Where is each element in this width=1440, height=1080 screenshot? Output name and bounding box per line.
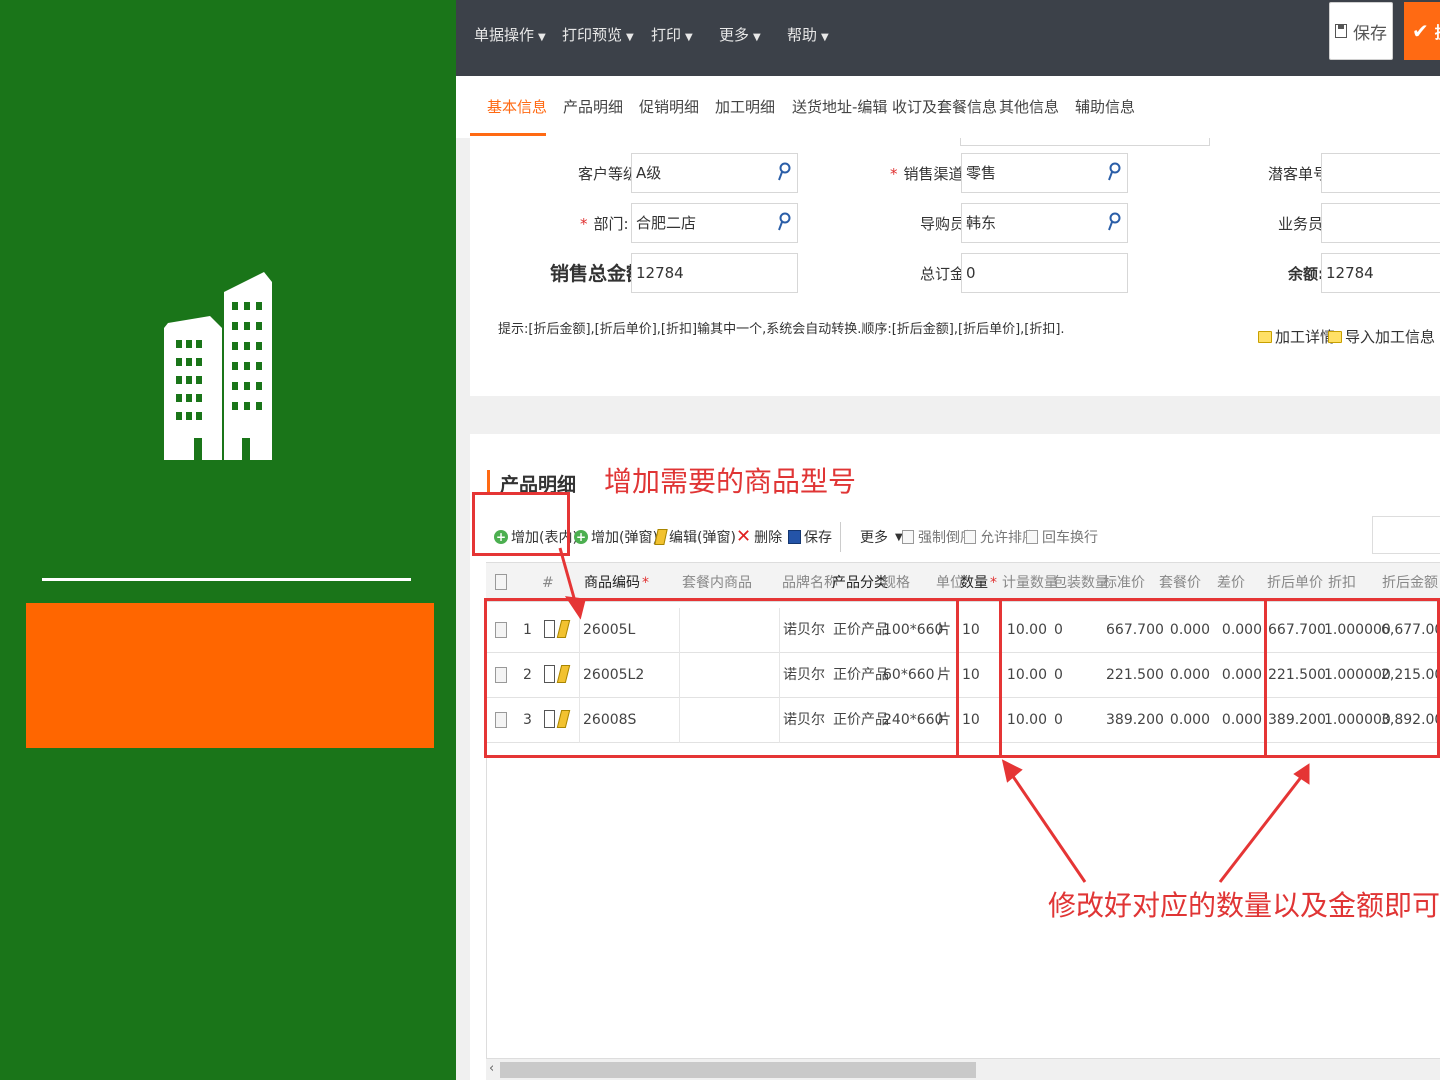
sales-channel-field[interactable]: 零售: [961, 153, 1128, 193]
checkbox-icon: [964, 530, 976, 544]
folder-icon: [1258, 330, 1272, 343]
caret-down-icon: ▼: [626, 32, 634, 43]
tab-process-detail[interactable]: 加工明细: [715, 96, 775, 118]
menu-print-preview[interactable]: 打印预览 ▼: [562, 24, 634, 46]
col-std-price[interactable]: 标准价: [1103, 573, 1145, 593]
department-label: * 部门:: [580, 215, 629, 233]
col-category[interactable]: 产品分类: [832, 573, 888, 593]
tab-basic-info[interactable]: 基本信息: [487, 96, 547, 118]
orange-title-block: [26, 603, 434, 748]
tab-bar: 基本信息 产品明细 促销明细 加工明细 送货地址-编辑 收订及套餐信息 其他信息…: [456, 76, 1440, 138]
check-icon: ✔: [1412, 19, 1429, 43]
department-field[interactable]: 合肥二店: [631, 203, 798, 243]
guide-field[interactable]: 韩东: [961, 203, 1128, 243]
search-icon[interactable]: [777, 212, 791, 232]
scrollbar-thumb[interactable]: [500, 1062, 976, 1078]
search-icon[interactable]: [777, 162, 791, 182]
balance-field[interactable]: 12784: [1321, 253, 1440, 293]
tab-aux-info[interactable]: 辅助信息: [1075, 96, 1135, 118]
grid-more-button[interactable]: 更多 ▼: [860, 526, 903, 548]
horizontal-scrollbar[interactable]: ‹: [486, 1058, 1440, 1080]
edit-popup-button[interactable]: 编辑(弹窗): [654, 526, 736, 548]
left-decor-panel: [0, 0, 456, 1080]
col-measure-qty[interactable]: 计量数量: [1002, 573, 1058, 593]
add-popup-button[interactable]: + 增加(弹窗): [574, 526, 658, 548]
delete-x-icon: ✕: [736, 526, 752, 547]
sales-channel-label: * 销售渠道:: [890, 165, 969, 183]
tab-promo-detail[interactable]: 促销明细: [639, 96, 699, 118]
building-icon: [164, 272, 272, 460]
col-brand[interactable]: 品牌名称: [782, 573, 838, 593]
submit-button[interactable]: ✔ 提: [1404, 2, 1440, 60]
add-circle-icon: +: [574, 530, 588, 544]
section-accent-bar: [487, 470, 490, 492]
customer-level-field[interactable]: A级: [631, 153, 798, 193]
tab-other-info[interactable]: 其他信息: [999, 96, 1059, 118]
grid-save-button[interactable]: 保存: [788, 526, 832, 548]
col-pack-qty[interactable]: 包装数量: [1053, 573, 1109, 593]
caret-down-icon: ▼: [538, 32, 546, 43]
search-icon[interactable]: [1107, 212, 1121, 232]
annotation-box-qty: [956, 598, 1002, 758]
grid-toolbar: + 增加(表内) + 增加(弹窗) 编辑(弹窗) ✕ 删除 保存 更多 ▼ 强制…: [484, 514, 1440, 558]
menu-more[interactable]: 更多 ▼: [719, 24, 761, 46]
enter-newline-checkbox[interactable]: 回车换行: [1026, 526, 1098, 548]
divider-line: [42, 578, 411, 581]
active-tab-indicator: [470, 133, 546, 136]
caret-down-icon: ▼: [685, 32, 693, 43]
caret-down-icon: ▼: [821, 32, 829, 43]
basic-info-form: 客户等级: A级 * 销售渠道: 零售 潜客单号: * 部门: 合肥二店 导购员: …: [470, 138, 1440, 396]
select-all-checkbox[interactable]: [495, 574, 507, 590]
balance-label: 余额:: [1288, 265, 1324, 283]
top-menubar: 单据操作▼ 打印预览▼ 打印▼ 更多▼ 帮助▼ 保存 ✔ 提: [456, 0, 1440, 76]
annotation-add-model: 增加需要的商品型号: [604, 465, 857, 498]
floppy-icon: [1335, 24, 1347, 38]
delete-button[interactable]: ✕ 删除: [736, 526, 782, 548]
process-detail-link[interactable]: 加工详情: [1258, 326, 1335, 347]
caret-down-icon: ▼: [753, 32, 761, 43]
salesman-field[interactable]: [1321, 203, 1440, 243]
annotation-box-add-button: [472, 492, 570, 556]
total-amount-field[interactable]: 12784: [631, 253, 798, 293]
col-disc-price[interactable]: 折后单价: [1267, 573, 1323, 593]
col-package-item[interactable]: 套餐内商品: [682, 573, 752, 593]
cut-off-input: [960, 138, 1210, 146]
grid-search-input[interactable]: [1372, 516, 1440, 554]
col-pkg-price[interactable]: 套餐价: [1159, 573, 1201, 593]
tab-product-detail[interactable]: 产品明细: [563, 96, 623, 118]
col-disc-amount[interactable]: 折后金额: [1382, 573, 1438, 593]
toolbar-separator: [840, 522, 841, 552]
col-index: #: [542, 575, 554, 591]
scroll-left-arrow-icon[interactable]: ‹: [489, 1061, 494, 1076]
menu-help[interactable]: 帮助 ▼: [787, 24, 829, 46]
pencil-icon: [654, 529, 668, 545]
menu-document-ops[interactable]: 单据操作 ▼: [474, 24, 546, 46]
checkbox-icon: [1026, 530, 1038, 544]
tab-delivery-address[interactable]: 送货地址-编辑: [792, 96, 887, 118]
tab-order-package[interactable]: 收订及套餐信息: [892, 96, 997, 118]
total-deposit-field[interactable]: 0: [961, 253, 1128, 293]
conversion-hint: 提示:[折后金额],[折后单价],[折扣]输其中一个,系统会自动转换.顺序:[折…: [498, 322, 1065, 337]
import-process-link[interactable]: 导入加工信息: [1328, 326, 1435, 347]
col-discount[interactable]: 折扣: [1328, 573, 1356, 593]
grid-header: # 商品编码 * 套餐内商品 品牌名称 产品分类 规格 单位 数量 * 计量数量 包…: [486, 562, 1440, 602]
floppy-icon: [788, 530, 801, 544]
folder-icon: [1328, 330, 1342, 343]
annotation-edit-qty-amount: 修改好对应的数量以及金额即可: [1048, 889, 1440, 922]
col-code[interactable]: 商品编码 *: [584, 573, 649, 593]
menu-print[interactable]: 打印 ▼: [651, 24, 693, 46]
col-qty[interactable]: 数量 *: [960, 573, 997, 593]
search-icon[interactable]: [1107, 162, 1121, 182]
col-spec[interactable]: 规格: [882, 573, 910, 593]
col-diff[interactable]: 差价: [1217, 573, 1245, 593]
annotation-box-amount: [1264, 598, 1440, 758]
checkbox-icon: [902, 530, 914, 544]
save-button[interactable]: 保存: [1329, 2, 1393, 60]
potential-no-field[interactable]: [1321, 153, 1440, 193]
